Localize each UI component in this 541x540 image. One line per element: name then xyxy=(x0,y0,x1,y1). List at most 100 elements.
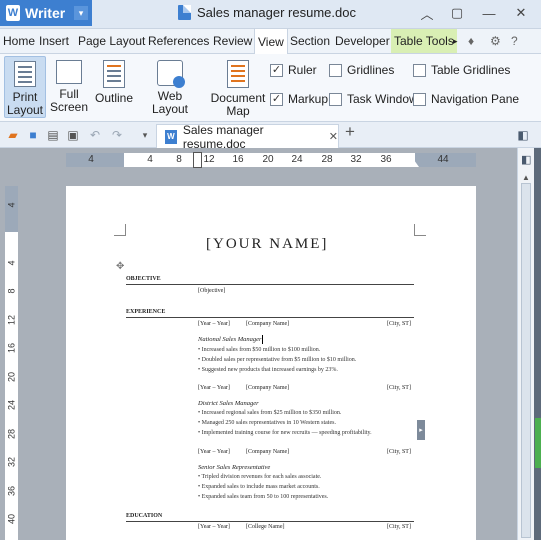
document-title: Sales manager resume.doc xyxy=(197,5,356,20)
edu-city: [City, ST] xyxy=(387,524,411,530)
job-company: [Company Name] xyxy=(246,449,290,455)
ruler-checkbox[interactable]: ✓ Ruler xyxy=(270,63,317,77)
chevron-down-icon[interactable]: ▾ xyxy=(74,6,88,20)
markup-checkbox[interactable]: ✓ Markup xyxy=(270,92,328,106)
ribbon: Print Layout Full Screen Outline Web Lay… xyxy=(0,54,541,122)
job-title: National Sales Manager xyxy=(198,336,262,343)
document-page[interactable]: [YOUR NAME] ✥ OBJECTIVE [Objective] EXPE… xyxy=(66,186,476,540)
navigation-pane-label: Navigation Pane xyxy=(431,92,520,106)
section-divider xyxy=(126,284,414,285)
ruler-tick-label: 4 xyxy=(6,202,17,208)
scroll-up-icon[interactable]: ▲ xyxy=(522,173,530,182)
menu-home[interactable]: Home xyxy=(3,29,35,53)
job-city: [City, ST] xyxy=(387,449,411,455)
customize-toolbar-icon[interactable]: ▾ xyxy=(138,128,152,142)
outline-button[interactable]: Outline xyxy=(94,56,134,118)
web-layout-icon xyxy=(157,60,185,88)
minimize-button[interactable]: — xyxy=(474,2,504,24)
ruler-tick-label: 4 xyxy=(88,154,94,165)
document-map-label: Document Map xyxy=(210,91,266,118)
ruler-tick-label: 8 xyxy=(6,288,17,294)
app-menu-button[interactable]: W Writer ▾ xyxy=(0,0,92,26)
close-button[interactable]: ✕ xyxy=(506,2,536,24)
print-layout-label: Print Layout xyxy=(6,90,44,117)
indent-marker[interactable] xyxy=(193,152,202,168)
ruler-tick-label: 32 xyxy=(6,457,17,468)
menu-insert[interactable]: Insert xyxy=(39,29,69,53)
pane-toggle-icon[interactable]: ◧ xyxy=(516,128,530,142)
table-move-handle-icon[interactable]: ✥ xyxy=(116,261,124,272)
help-icon[interactable]: ? xyxy=(511,29,518,53)
task-window-checkbox[interactable]: Task Window xyxy=(329,92,418,106)
print-layout-button[interactable]: Print Layout xyxy=(4,56,46,118)
collapse-ribbon-button[interactable]: ︿ xyxy=(412,2,442,24)
job-bullet: Expanded sales to include mass market ac… xyxy=(198,484,320,490)
settings-icon[interactable]: ⚙ xyxy=(490,29,501,53)
checkbox-empty xyxy=(329,63,342,77)
new-tab-icon[interactable]: + xyxy=(343,122,357,141)
job-years: [Year – Year] xyxy=(198,449,230,455)
web-layout-button[interactable]: Web Layout xyxy=(139,56,201,118)
full-screen-button[interactable]: Full Screen xyxy=(50,56,88,118)
title-bar: W Writer ▾ Sales manager resume.doc ︿ ▢ … xyxy=(0,0,541,29)
menu-bar: Home Insert Page Layout References Revie… xyxy=(0,29,541,54)
vertical-scrollbar[interactable]: ◧ ▲ xyxy=(517,148,534,540)
document-tab[interactable]: W Sales manager resume.doc ✕ xyxy=(156,123,339,151)
experience-heading: EXPERIENCE xyxy=(126,309,166,315)
pane-toggle-icon[interactable]: ◧ xyxy=(521,153,531,166)
ruler-label: Ruler xyxy=(288,63,317,77)
minimize-icon: — xyxy=(482,5,496,21)
close-tab-icon[interactable]: ✕ xyxy=(329,130,338,143)
writer-logo-icon: W xyxy=(6,5,20,21)
navigation-pane-checkbox[interactable]: Navigation Pane xyxy=(413,92,519,106)
ruler-tick-label: 44 xyxy=(437,154,449,165)
table-gridlines-checkbox[interactable]: Table Gridlines xyxy=(413,63,510,77)
job-company: [Company Name] xyxy=(246,321,290,327)
job-title: Senior Sales Representative xyxy=(198,464,271,471)
menu-table-tools[interactable]: Table Tools xyxy=(391,29,457,53)
skin-icon: ▢ xyxy=(450,5,464,20)
objective-text: [Objective] xyxy=(198,288,226,294)
word-doc-icon: W xyxy=(165,129,177,144)
document-icon xyxy=(178,5,191,20)
print-icon[interactable]: ▤ xyxy=(46,128,60,142)
education-heading: EDUCATION xyxy=(126,513,163,519)
right-indent-marker[interactable] xyxy=(409,160,419,167)
open-folder-icon[interactable]: ▰ xyxy=(6,128,20,142)
checkbox-empty xyxy=(329,92,342,106)
document-map-button[interactable]: Document Map xyxy=(210,56,266,118)
menu-references[interactable]: References xyxy=(148,29,209,53)
menu-review[interactable]: Review xyxy=(213,29,252,53)
ruler-tick-label: 28 xyxy=(321,154,333,165)
more-menus-icon[interactable]: ▸ xyxy=(453,29,458,53)
ruler-tick-label: 4 xyxy=(6,260,17,266)
print-layout-icon xyxy=(14,61,36,87)
margin-corner xyxy=(114,224,126,236)
ruler-tick-label: 36 xyxy=(6,486,17,497)
save-icon[interactable]: ■ xyxy=(26,128,40,142)
print-preview-icon[interactable]: ▣ xyxy=(66,128,80,142)
menu-developer[interactable]: Developer xyxy=(335,29,390,53)
ruler-tick-label: 36 xyxy=(380,154,392,165)
job-bullet: Doubled sales per representative from $5… xyxy=(198,357,357,363)
full-screen-icon xyxy=(56,60,82,84)
checkmark-icon: ✓ xyxy=(270,63,283,77)
gridlines-checkbox[interactable]: Gridlines xyxy=(329,63,394,77)
menu-page-layout[interactable]: Page Layout xyxy=(78,29,145,53)
menu-view[interactable]: View xyxy=(254,29,288,54)
ruler-tick-label: 32 xyxy=(350,154,362,165)
quick-access-toolbar: ▰ ■ ▤ ▣ ↶ ↷ ▾ W Sales manager resume.doc… xyxy=(0,122,541,151)
side-panel-strip[interactable] xyxy=(534,148,541,540)
job-bullet: Implemented training course for new recr… xyxy=(198,430,372,436)
redo-icon[interactable]: ↷ xyxy=(110,128,124,142)
ruler-tick-label: 12 xyxy=(6,315,17,326)
menu-section[interactable]: Section xyxy=(290,29,330,53)
table-expand-handle-icon[interactable]: ▸ xyxy=(417,420,425,440)
scrollbar-thumb[interactable] xyxy=(521,183,531,538)
job-bullet: Increased regional sales from $25 millio… xyxy=(198,410,342,416)
skin-button[interactable]: ▢ xyxy=(442,2,472,24)
shirt-icon[interactable]: ♦ xyxy=(468,29,474,53)
undo-icon[interactable]: ↶ xyxy=(88,128,102,142)
vertical-ruler[interactable]: 4 4 8 12 16 20 24 28 32 36 40 xyxy=(5,186,18,540)
horizontal-ruler[interactable]: 4 4 8 12 16 20 24 28 32 36 44 xyxy=(66,152,476,168)
